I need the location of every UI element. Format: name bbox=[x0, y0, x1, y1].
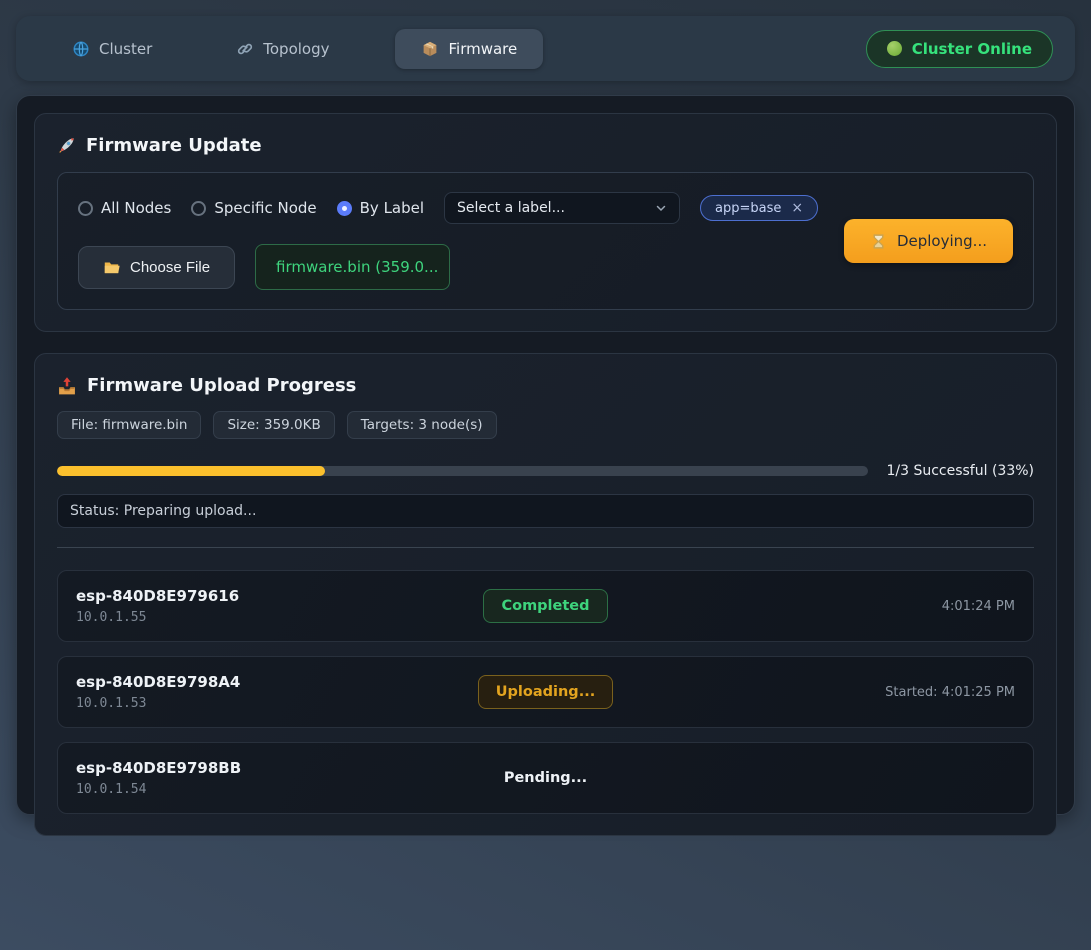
node-row[interactable]: esp-840D8E979616 10.0.1.55 Completed 4:0… bbox=[57, 570, 1034, 642]
nav-tab-cluster[interactable]: Cluster bbox=[54, 29, 170, 69]
node-list: esp-840D8E979616 10.0.1.55 Completed 4:0… bbox=[57, 570, 1034, 814]
progress-bar bbox=[57, 466, 868, 476]
folder-icon bbox=[103, 259, 120, 276]
globe-icon bbox=[72, 40, 90, 58]
link-icon bbox=[236, 40, 254, 58]
nav-tab-label: Firmware bbox=[448, 40, 517, 58]
node-ip: 10.0.1.54 bbox=[76, 782, 487, 797]
cluster-status-label: Cluster Online bbox=[912, 40, 1032, 58]
firmware-update-card: Firmware Update All Nodes Specific Node bbox=[34, 113, 1057, 332]
node-timestamp: Started: 4:01:25 PM bbox=[885, 685, 1015, 700]
node-name: esp-840D8E9798BB bbox=[76, 759, 487, 777]
node-row[interactable]: esp-840D8E9798A4 10.0.1.53 Uploading... … bbox=[57, 656, 1034, 728]
upload-tray-icon bbox=[57, 376, 77, 396]
radio-label: Specific Node bbox=[214, 199, 316, 217]
green-circle-icon bbox=[887, 41, 902, 56]
node-timestamp: 4:01:24 PM bbox=[942, 599, 1015, 614]
cluster-status-badge[interactable]: Cluster Online bbox=[866, 30, 1053, 68]
node-status-badge: Pending... bbox=[487, 762, 604, 794]
deploy-controls-left: All Nodes Specific Node By Label Select … bbox=[78, 192, 824, 290]
progress-bar-fill bbox=[57, 466, 325, 476]
label-tag-app-base[interactable]: app=base × bbox=[700, 195, 818, 221]
label-tag-text: app=base bbox=[715, 201, 781, 216]
package-icon bbox=[421, 40, 439, 58]
page: Cluster Topology Firmware bbox=[0, 0, 1091, 831]
progress-label: 1/3 Successful (33%) bbox=[886, 463, 1034, 479]
nav-tab-label: Topology bbox=[263, 40, 329, 58]
selected-file-chip[interactable]: firmware.bin (359.0... bbox=[255, 244, 450, 290]
nav-tab-topology[interactable]: Topology bbox=[218, 29, 347, 69]
file-row: Choose File firmware.bin (359.0... bbox=[78, 244, 824, 290]
size-meta-badge: Size: 359.0KB bbox=[213, 411, 334, 439]
label-select-placeholder: Select a label... bbox=[457, 200, 565, 216]
node-identity: esp-840D8E9798BB 10.0.1.54 bbox=[76, 759, 487, 797]
chevron-down-icon bbox=[655, 202, 667, 214]
progress-row: 1/3 Successful (33%) bbox=[57, 463, 1034, 479]
node-row[interactable]: esp-840D8E9798BB 10.0.1.54 Pending... bbox=[57, 742, 1034, 814]
nav-tab-label: Cluster bbox=[99, 40, 152, 58]
node-name: esp-840D8E979616 bbox=[76, 587, 483, 605]
targets-meta-badge: Targets: 3 node(s) bbox=[347, 411, 497, 439]
status-line: Status: Preparing upload... bbox=[57, 494, 1034, 528]
upload-progress-title: Firmware Upload Progress bbox=[57, 375, 1034, 396]
main-panel: Firmware Update All Nodes Specific Node bbox=[16, 95, 1075, 815]
node-ip: 10.0.1.53 bbox=[76, 696, 478, 711]
node-status-badge: Completed bbox=[483, 589, 607, 623]
deploy-button-label: Deploying... bbox=[897, 232, 987, 250]
node-identity: esp-840D8E979616 10.0.1.55 bbox=[76, 587, 483, 625]
deploy-button[interactable]: Deploying... bbox=[844, 219, 1013, 263]
upload-meta-row: File: firmware.bin Size: 359.0KB Targets… bbox=[57, 411, 1034, 439]
nav-tab-firmware[interactable]: Firmware bbox=[395, 29, 543, 69]
target-mode-row: All Nodes Specific Node By Label Select … bbox=[78, 192, 824, 224]
node-status-badge: Uploading... bbox=[478, 675, 613, 709]
label-select[interactable]: Select a label... bbox=[444, 192, 680, 224]
radio-label: All Nodes bbox=[101, 199, 171, 217]
radio-icon bbox=[78, 201, 93, 216]
hourglass-icon bbox=[870, 233, 887, 250]
node-name: esp-840D8E9798A4 bbox=[76, 673, 478, 691]
file-meta-badge: File: firmware.bin bbox=[57, 411, 201, 439]
upload-progress-card: Firmware Upload Progress File: firmware.… bbox=[34, 353, 1057, 836]
top-nav: Cluster Topology Firmware bbox=[16, 16, 1075, 81]
remove-tag-icon[interactable]: × bbox=[791, 200, 803, 216]
radio-all-nodes[interactable]: All Nodes bbox=[78, 199, 171, 217]
divider bbox=[57, 547, 1034, 548]
node-ip: 10.0.1.55 bbox=[76, 610, 483, 625]
card-title-text: Firmware Update bbox=[86, 135, 262, 156]
radio-checked-icon bbox=[337, 201, 352, 216]
card-title-text: Firmware Upload Progress bbox=[87, 375, 356, 396]
radio-by-label[interactable]: By Label bbox=[337, 199, 424, 217]
radio-icon bbox=[191, 201, 206, 216]
radio-specific-node[interactable]: Specific Node bbox=[191, 199, 316, 217]
radio-label: By Label bbox=[360, 199, 424, 217]
choose-file-button[interactable]: Choose File bbox=[78, 246, 235, 289]
node-identity: esp-840D8E9798A4 10.0.1.53 bbox=[76, 673, 478, 711]
rocket-icon bbox=[57, 136, 76, 155]
firmware-update-title: Firmware Update bbox=[57, 135, 1034, 156]
choose-file-label: Choose File bbox=[130, 259, 210, 276]
deploy-controls: All Nodes Specific Node By Label Select … bbox=[57, 172, 1034, 310]
